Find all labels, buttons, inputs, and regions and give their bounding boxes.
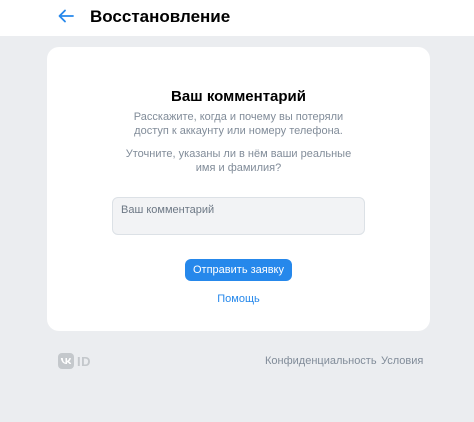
logo-text: ID [77, 353, 91, 369]
description-line: имя и фамилия? [195, 162, 282, 174]
page: Восстановление Ваш комментарий Расскажит… [0, 0, 474, 422]
terms-link[interactable]: Условия [381, 355, 423, 367]
card-title: Ваш комментарий [170, 88, 306, 105]
description-lost-access: Расскажите, когда и почему вы потеряли д… [47, 110, 430, 138]
description-line: Расскажите, когда и почему вы потеряли [133, 111, 344, 123]
description-line: доступ к аккаунту или номеру телефона. [134, 125, 343, 137]
description-line: Уточните, указаны ли в нём ваши реальные [125, 148, 352, 160]
comment-field[interactable] [112, 197, 365, 235]
vk-id-logo-icon: ID [58, 353, 91, 369]
privacy-link[interactable]: Конфиденциальность [265, 355, 377, 367]
recovery-card: Ваш комментарий Расскажите, когда и поче… [47, 47, 430, 331]
help-link[interactable]: Помощь [47, 293, 430, 305]
back-button[interactable] [54, 6, 78, 30]
vk-logo-icon [58, 353, 74, 369]
description-real-name: Уточните, указаны ли в нём ваши реальные… [47, 147, 430, 175]
page-title: Восстановление [90, 7, 231, 26]
submit-request-button[interactable]: Отправить заявку [185, 259, 292, 281]
top-bar: Восстановление [0, 0, 474, 36]
arrow-left-icon [58, 9, 74, 28]
